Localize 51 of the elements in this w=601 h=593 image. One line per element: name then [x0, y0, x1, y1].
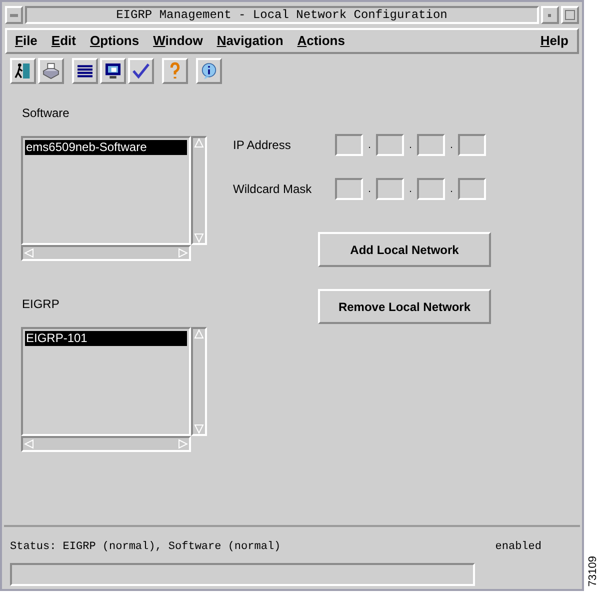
dot-separator: .: [408, 182, 413, 196]
menu-item[interactable]: Options: [90, 31, 140, 51]
checkmark-icon: [131, 61, 151, 81]
status-text: Status: EIGRP (normal), Software (normal): [10, 540, 281, 555]
dot-separator: .: [449, 138, 454, 152]
menu-item[interactable]: Navigation: [216, 31, 284, 51]
monitor-tool-button[interactable]: [100, 58, 126, 84]
octet-field[interactable]: [458, 178, 486, 200]
dot-separator: .: [367, 182, 372, 196]
figure-number: 73109: [586, 556, 600, 587]
octet-field[interactable]: [417, 134, 445, 156]
window-title: EIGRP Management - Local Network Configuration: [25, 6, 538, 24]
minimize-button[interactable]: [540, 6, 558, 24]
question-mark-tool-button[interactable]: [162, 58, 188, 84]
dot-separator: .: [408, 138, 413, 152]
checkmark-tool-button[interactable]: [128, 58, 154, 84]
window-menu-button[interactable]: [5, 6, 23, 24]
action-button[interactable]: Remove Local Network: [318, 289, 491, 324]
menu-item[interactable]: Actions: [297, 31, 345, 51]
octet-field[interactable]: [335, 178, 363, 200]
list-item[interactable]: ems6509neb-Software: [25, 140, 187, 155]
octet-field[interactable]: [376, 178, 404, 200]
octet-field[interactable]: [458, 134, 486, 156]
dot-separator: .: [449, 182, 454, 196]
octet-field[interactable]: [335, 134, 363, 156]
square-icon: [564, 10, 574, 20]
minus-icon: [10, 14, 18, 16]
list-item[interactable]: EIGRP-101: [25, 331, 187, 346]
list-box[interactable]: EIGRP-101: [21, 327, 191, 436]
list-label: Software: [22, 105, 70, 122]
menu-item[interactable]: Help: [540, 31, 568, 51]
octet-field[interactable]: [376, 134, 404, 156]
walking-figure-tool-button[interactable]: [10, 58, 36, 84]
menu-item[interactable]: Window: [153, 31, 203, 51]
octet-field[interactable]: [417, 178, 445, 200]
list-tool-button[interactable]: [72, 58, 98, 84]
list-label: EIGRP: [22, 296, 60, 313]
info-tool-button[interactable]: [196, 58, 222, 84]
dot-separator: .: [367, 138, 372, 152]
info-icon: [199, 61, 219, 81]
field-label: Wildcard Mask: [233, 181, 313, 198]
printer-tool-button[interactable]: [38, 58, 64, 84]
maximize-button[interactable]: [560, 6, 578, 24]
menu-item[interactable]: File: [15, 31, 38, 51]
menu-item[interactable]: Edit: [51, 31, 76, 51]
list-box[interactable]: ems6509neb-Software: [21, 136, 191, 245]
action-button[interactable]: Add Local Network: [318, 232, 491, 267]
field-label: IP Address: [233, 137, 292, 154]
printer-icon: [41, 61, 61, 81]
monitor-icon: [103, 61, 123, 81]
status-state: enabled: [495, 540, 542, 555]
